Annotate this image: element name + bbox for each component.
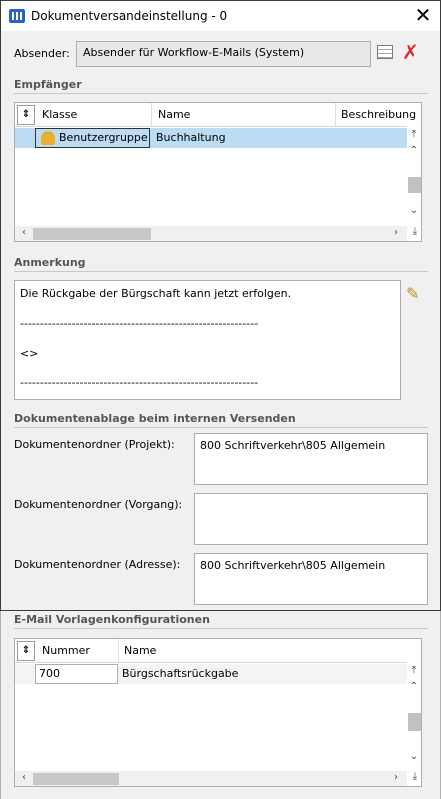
scroll-bottom-icon[interactable]: ⤓ [408, 226, 421, 237]
app-icon [9, 9, 25, 23]
cell-nummer[interactable]: 700 [39, 667, 60, 680]
scroll-bottom-icon[interactable]: ⤓ [408, 771, 421, 782]
column-header-nummer[interactable]: Nummer [42, 644, 90, 657]
note-line: Die Rückgabe der Bürgschaft kann jetzt e… [20, 287, 292, 300]
hscroll-thumb[interactable] [33, 228, 151, 240]
hscroll-thumb[interactable] [33, 773, 119, 785]
table-icon[interactable] [377, 45, 393, 59]
templates-grid: ⇕ Nummer Name 700 Bürgschaftsrückgabe ⤒ … [14, 638, 422, 787]
column-header-name[interactable]: Name [124, 644, 156, 657]
note-line: ----------------------------------------… [20, 317, 259, 330]
table-row[interactable]: 700 Bürgschaftsrückgabe [15, 664, 407, 684]
recipients-grid: ⇕ Klasse Name Beschreibung Benutzergrupp… [14, 102, 422, 242]
vertical-scrollbar[interactable]: ⤒ ⌃ ⌄ [407, 127, 421, 227]
recipients-heading: Empfänger [14, 78, 82, 91]
scroll-up-icon[interactable]: ⌃ [407, 681, 421, 692]
note-line: ----------------------------------------… [20, 376, 259, 389]
scroll-up-icon[interactable]: ⌃ [407, 145, 421, 156]
horizontal-scrollbar[interactable]: ‹ › [15, 771, 407, 786]
scroll-left-icon[interactable]: ‹ [17, 227, 31, 238]
address-folder-field[interactable]: 800 Schriftverkehr\805 Allgemein [194, 553, 428, 605]
close-button[interactable]: ✕ [411, 3, 435, 27]
cell-name: Buchhaltung [156, 131, 226, 144]
divider [14, 93, 428, 94]
title-bar: Dokumentversandeinstellung - 0 ✕ [1, 1, 440, 31]
sort-icon[interactable]: ⇕ [17, 105, 35, 125]
column-header-beschreibung[interactable]: Beschreibung [341, 108, 416, 121]
divider [14, 271, 428, 272]
project-folder-label: Dokumentenordner (Projekt): [14, 438, 175, 451]
scroll-thumb[interactable] [408, 713, 421, 731]
delete-icon[interactable]: ✗ [402, 41, 420, 63]
sender-label: Absender: [14, 47, 70, 60]
scroll-right-icon[interactable]: › [389, 772, 403, 783]
process-folder-label: Dokumentenordner (Vorgang): [14, 498, 183, 511]
process-folder-field[interactable] [194, 493, 428, 545]
note-textarea[interactable]: Die Rückgabe der Bürgschaft kann jetzt e… [14, 280, 401, 400]
templates-heading: E-Mail Vorlagenkonfigurationen [14, 613, 210, 626]
sort-icon[interactable]: ⇕ [17, 641, 35, 661]
scroll-right-icon[interactable]: › [389, 227, 403, 238]
scroll-thumb[interactable] [408, 177, 421, 193]
note-heading: Anmerkung [14, 256, 86, 269]
column-header-name[interactable]: Name [158, 108, 190, 121]
scroll-top-icon[interactable]: ⤒ [407, 129, 421, 140]
vertical-scrollbar[interactable]: ⤒ ⌃ ⌄ [407, 663, 421, 771]
templates-panel: E-Mail Vorlagenkonfigurationen ⇕ Nummer … [0, 611, 441, 799]
scroll-top-icon[interactable]: ⤒ [407, 665, 421, 676]
scroll-left-icon[interactable]: ‹ [17, 772, 31, 783]
address-folder-label: Dokumentenordner (Adresse): [14, 558, 181, 571]
note-line: <> [20, 347, 39, 360]
sender-field[interactable]: Absender für Workflow-E-Mails (System) [76, 41, 371, 67]
column-header-klasse[interactable]: Klasse [42, 108, 77, 121]
scroll-down-icon[interactable]: ⌄ [407, 205, 421, 216]
edit-pencil-icon[interactable]: ✎ [406, 284, 419, 303]
cell-klasse: Benutzergruppe [59, 131, 148, 144]
storage-heading: Dokumentenablage beim internen Versenden [14, 412, 296, 425]
grid-header: ⇕ Klasse Name Beschreibung [15, 103, 416, 127]
horizontal-scrollbar[interactable]: ‹ › [15, 226, 407, 241]
divider [14, 628, 428, 629]
project-folder-field[interactable]: 800 Schriftverkehr\805 Allgemein [194, 433, 428, 485]
grid-header: ⇕ Nummer Name [15, 639, 407, 663]
window-title: Dokumentversandeinstellung - 0 [31, 9, 228, 23]
table-row[interactable]: Benutzergruppe Buchhaltung [15, 128, 407, 148]
cell-name: Bürgschaftsrückgabe [122, 667, 239, 680]
divider [14, 427, 428, 428]
dialog-window: Dokumentversandeinstellung - 0 ✕ Absende… [0, 0, 441, 611]
scroll-down-icon[interactable]: ⌄ [407, 751, 421, 762]
